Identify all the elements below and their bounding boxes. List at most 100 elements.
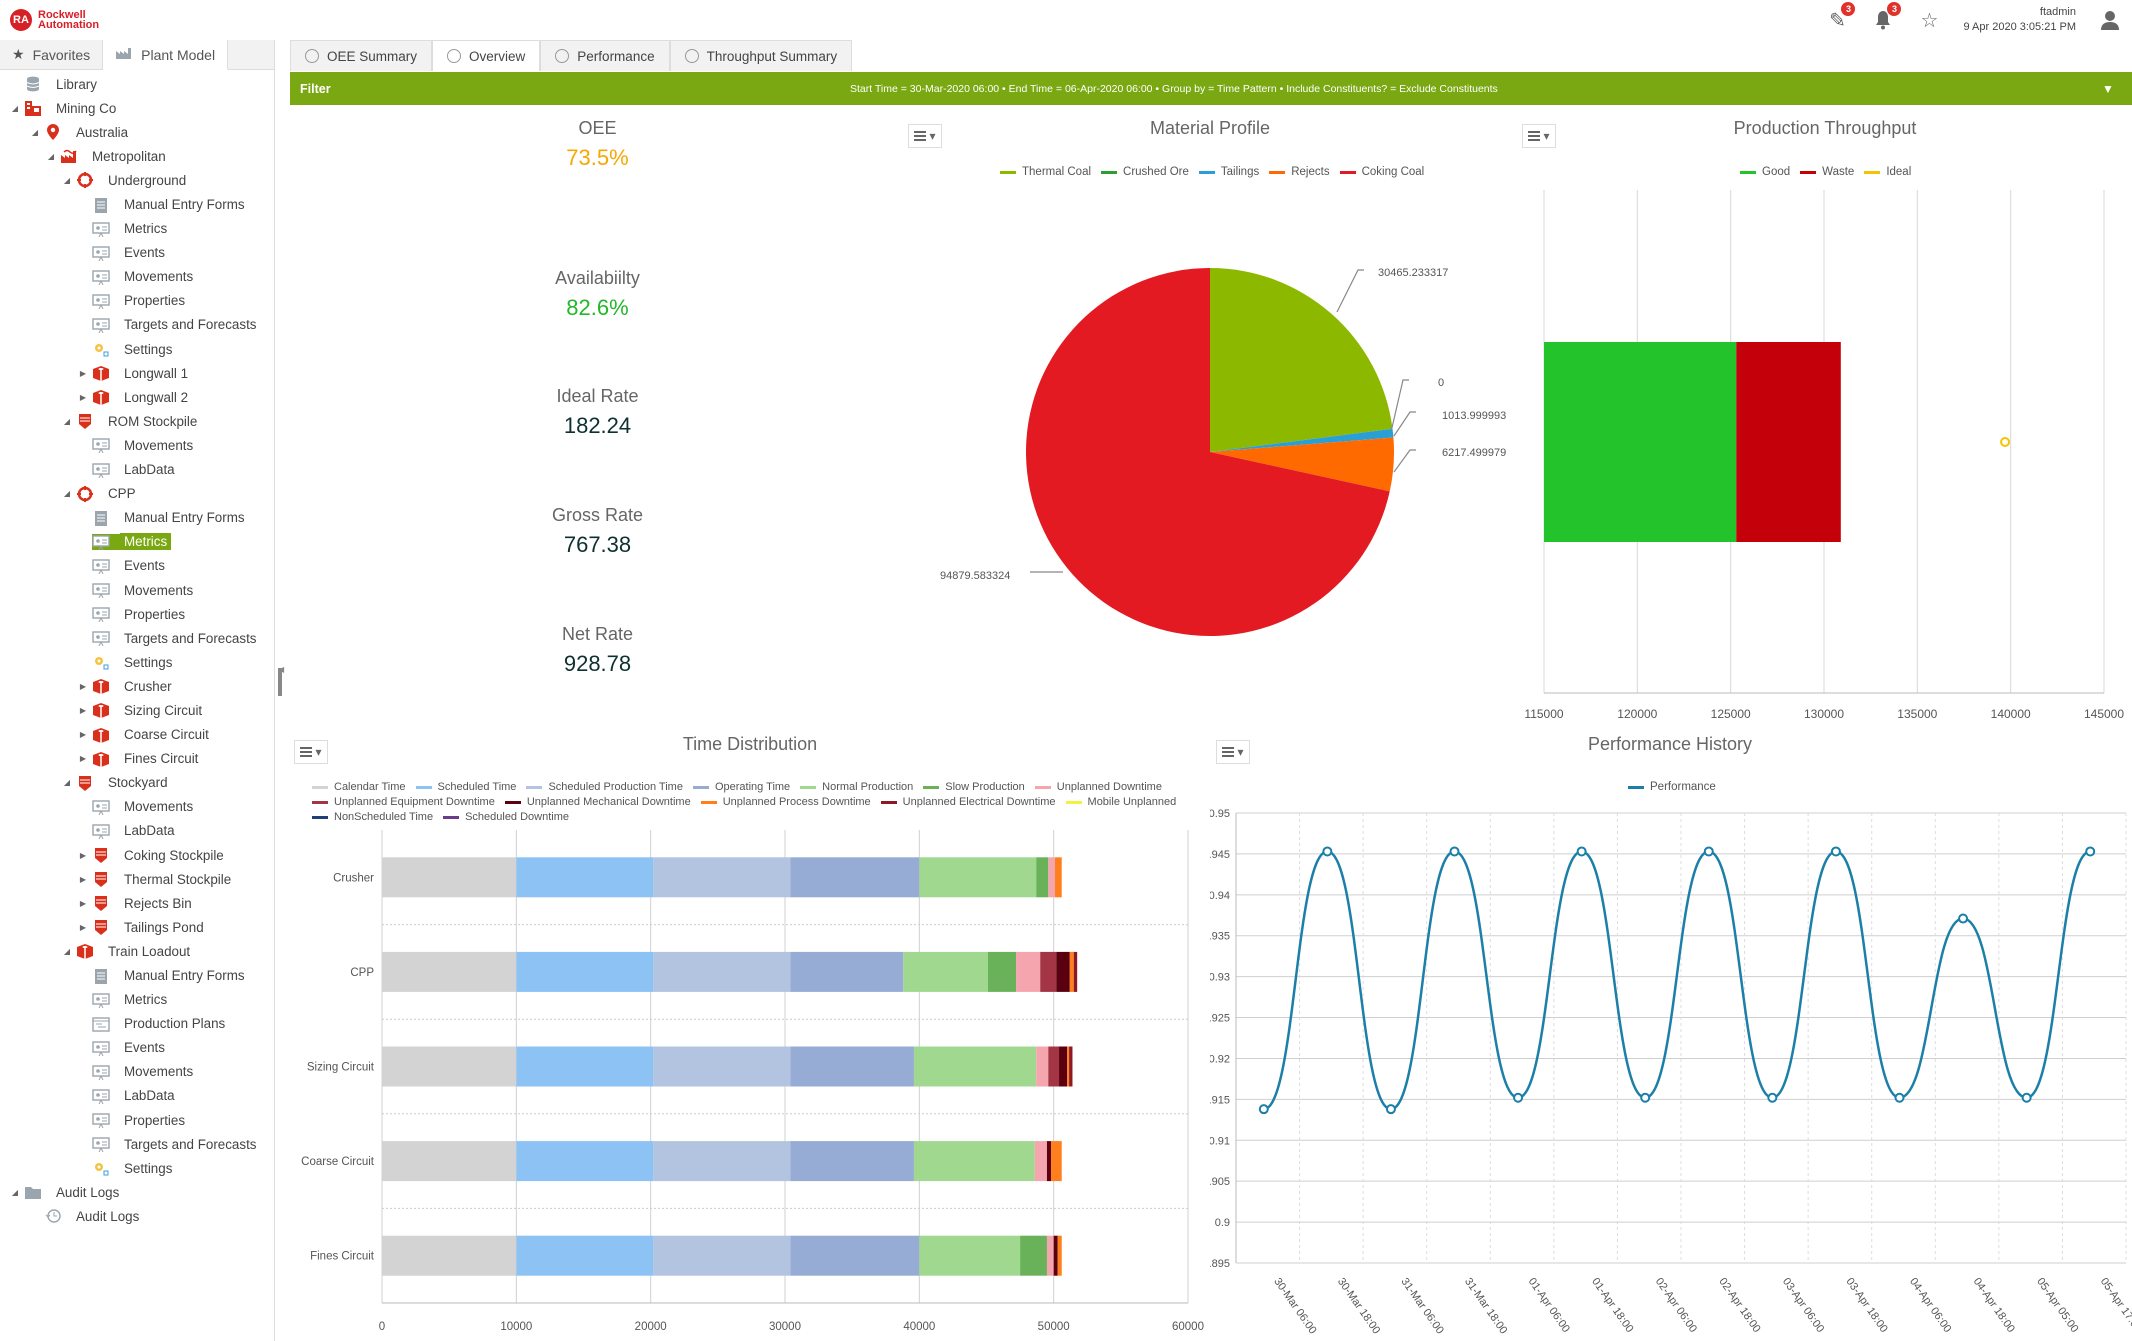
legend-item-coking-coal[interactable]: Coking Coal: [1339, 166, 1424, 178]
legend-item-nonscheduled-time[interactable]: NonScheduled Time: [312, 811, 433, 823]
legend-item-unplanned-process-downtime[interactable]: Unplanned Process Downtime: [700, 796, 871, 808]
tree-item-targets-and-forecasts[interactable]: Targets and Forecasts: [0, 313, 274, 337]
user-icon[interactable]: [2098, 8, 2122, 32]
expanded-arrow-icon[interactable]: ◢: [62, 947, 72, 956]
tree-item-movements[interactable]: Movements: [0, 795, 274, 819]
expanded-arrow-icon[interactable]: ◢: [10, 1188, 20, 1197]
legend-item-scheduled-downtime[interactable]: Scheduled Downtime: [443, 811, 569, 823]
expanded-arrow-icon[interactable]: ◢: [46, 152, 56, 161]
tree-item-australia[interactable]: ◢ Australia: [0, 120, 274, 144]
bell-icon[interactable]: 3: [1871, 2, 1902, 32]
time-distribution-menu-button[interactable]: ▾: [294, 740, 328, 764]
tree-item-metrics[interactable]: Metrics: [0, 988, 274, 1012]
tree-item-coking-stockpile[interactable]: ▶ Coking Stockpile: [0, 843, 274, 867]
legend-item-scheduled-production-time[interactable]: Scheduled Production Time: [526, 781, 683, 793]
tab-throughput-summary[interactable]: Throughput Summary: [669, 40, 853, 71]
collapsed-arrow-icon[interactable]: ▶: [78, 754, 88, 763]
tree-item-properties[interactable]: Properties: [0, 289, 274, 313]
legend-item-good[interactable]: Good: [1740, 166, 1790, 178]
tree-item-mining-co[interactable]: ◢ Mining Co: [0, 96, 274, 120]
expanded-arrow-icon[interactable]: ◢: [30, 128, 40, 137]
tree-item-underground[interactable]: ◢ Underground: [0, 168, 274, 192]
tree-item-library[interactable]: Library: [0, 72, 274, 96]
tree-item-events[interactable]: Events: [0, 1036, 274, 1060]
tree-item-events[interactable]: Events: [0, 554, 274, 578]
tree-item-audit-logs[interactable]: Audit Logs: [0, 1204, 274, 1228]
tree-item-settings[interactable]: Settings: [0, 337, 274, 361]
legend-item-calendar-time[interactable]: Calendar Time: [312, 781, 406, 793]
filter-expand-icon[interactable]: ▼: [2102, 82, 2132, 96]
legend-item-thermal-coal[interactable]: Thermal Coal: [1000, 166, 1091, 178]
tree-item-movements[interactable]: Movements: [0, 1060, 274, 1084]
collapsed-arrow-icon[interactable]: ▶: [78, 706, 88, 715]
tree-item-thermal-stockpile[interactable]: ▶ Thermal Stockpile: [0, 867, 274, 891]
tree-item-metrics[interactable]: Metrics: [0, 217, 274, 241]
expanded-arrow-icon[interactable]: ◢: [62, 778, 72, 787]
legend-item-unplanned-downtime[interactable]: Unplanned Downtime: [1034, 781, 1162, 793]
tree-item-properties[interactable]: Properties: [0, 1108, 274, 1132]
tree-item-movements[interactable]: Movements: [0, 433, 274, 457]
tree-item-movements[interactable]: Movements: [0, 578, 274, 602]
legend-item-scheduled-time[interactable]: Scheduled Time: [415, 781, 516, 793]
tree-item-fines-circuit[interactable]: ▶ Fines Circuit: [0, 747, 274, 771]
tree-item-audit-logs[interactable]: ◢ Audit Logs: [0, 1180, 274, 1204]
tree-item-longwall-1[interactable]: ▶ Longwall 1: [0, 361, 274, 385]
expanded-arrow-icon[interactable]: ◢: [62, 176, 72, 185]
filter-bar[interactable]: Filter Start Time = 30-Mar-2020 06:00 • …: [290, 72, 2132, 105]
tree-item-cpp[interactable]: ◢ CPP: [0, 482, 274, 506]
tree-item-settings[interactable]: Settings: [0, 650, 274, 674]
tree-item-movements[interactable]: Movements: [0, 265, 274, 289]
tree-item-settings[interactable]: Settings: [0, 1156, 274, 1180]
legend-item-performance[interactable]: Performance: [1628, 781, 1716, 793]
legend-item-ideal[interactable]: Ideal: [1864, 166, 1911, 178]
tab-performance[interactable]: Performance: [540, 40, 670, 71]
collapsed-arrow-icon[interactable]: ▶: [78, 923, 88, 932]
collapsed-arrow-icon[interactable]: ▶: [78, 393, 88, 402]
legend-item-normal-production[interactable]: Normal Production: [800, 781, 913, 793]
tree-item-labdata[interactable]: LabData: [0, 819, 274, 843]
legend-item-unplanned-equipment-downtime[interactable]: Unplanned Equipment Downtime: [312, 796, 495, 808]
user-info[interactable]: ftadmin 9 Apr 2020 3:05:21 PM: [1963, 5, 2076, 35]
tree-item-rejects-bin[interactable]: ▶ Rejects Bin: [0, 891, 274, 915]
legend-item-unplanned-mechanical-downtime[interactable]: Unplanned Mechanical Downtime: [504, 796, 691, 808]
throughput-menu-button[interactable]: ▾: [1522, 124, 1556, 148]
tree-item-metrics[interactable]: Metrics: [0, 530, 274, 554]
tab-overview[interactable]: Overview: [432, 40, 541, 71]
tree-item-targets-and-forecasts[interactable]: Targets and Forecasts: [0, 626, 274, 650]
legend-item-waste[interactable]: Waste: [1800, 166, 1854, 178]
tree-item-stockyard[interactable]: ◢ Stockyard: [0, 771, 274, 795]
legend-item-tailings[interactable]: Tailings: [1198, 166, 1259, 178]
tree-item-production-plans[interactable]: Production Plans: [0, 1012, 274, 1036]
legend-item-mobile-unplanned[interactable]: Mobile Unplanned: [1065, 796, 1176, 808]
tab-favorites[interactable]: ★ Favorites: [0, 40, 104, 69]
tree-item-targets-and-forecasts[interactable]: Targets and Forecasts: [0, 1132, 274, 1156]
legend-item-rejects[interactable]: Rejects: [1269, 166, 1330, 178]
tree-item-properties[interactable]: Properties: [0, 602, 274, 626]
legend-item-operating-time[interactable]: Operating Time: [692, 781, 790, 793]
legend-item-unplanned-electrical-downtime[interactable]: Unplanned Electrical Downtime: [880, 796, 1056, 808]
material-profile-menu-button[interactable]: ▾: [908, 124, 942, 148]
tree-item-train-loadout[interactable]: ◢ Train Loadout: [0, 939, 274, 963]
tree-item-longwall-2[interactable]: ▶ Longwall 2: [0, 385, 274, 409]
expanded-arrow-icon[interactable]: ◢: [62, 489, 72, 498]
tree-item-labdata[interactable]: LabData: [0, 458, 274, 482]
performance-history-menu-button[interactable]: ▾: [1216, 740, 1250, 764]
legend-item-crushed-ore[interactable]: Crushed Ore: [1101, 166, 1189, 178]
collapsed-arrow-icon[interactable]: ▶: [78, 730, 88, 739]
tree-item-metropolitan[interactable]: ◢ Metropolitan: [0, 144, 274, 168]
tree-item-crusher[interactable]: ▶ Crusher: [0, 674, 274, 698]
collapsed-arrow-icon[interactable]: ▶: [78, 899, 88, 908]
collapsed-arrow-icon[interactable]: ▶: [78, 369, 88, 378]
tree-item-manual-entry-forms[interactable]: Manual Entry Forms: [0, 506, 274, 530]
pencil-icon[interactable]: ✎ 3: [1825, 2, 1856, 32]
expanded-arrow-icon[interactable]: ◢: [62, 417, 72, 426]
tab-oee-summary[interactable]: OEE Summary: [290, 40, 433, 71]
legend-item-slow-production[interactable]: Slow Production: [923, 781, 1025, 793]
tree-item-rom-stockpile[interactable]: ◢ ROM Stockpile: [0, 409, 274, 433]
expanded-arrow-icon[interactable]: ◢: [10, 104, 20, 113]
sidebar-resize-handle[interactable]: [278, 668, 282, 696]
tab-plant-model[interactable]: Plant Model: [103, 40, 229, 70]
tree-item-manual-entry-forms[interactable]: Manual Entry Forms: [0, 963, 274, 987]
tree-item-coarse-circuit[interactable]: ▶ Coarse Circuit: [0, 723, 274, 747]
star-icon[interactable]: ☆: [1917, 8, 1941, 32]
